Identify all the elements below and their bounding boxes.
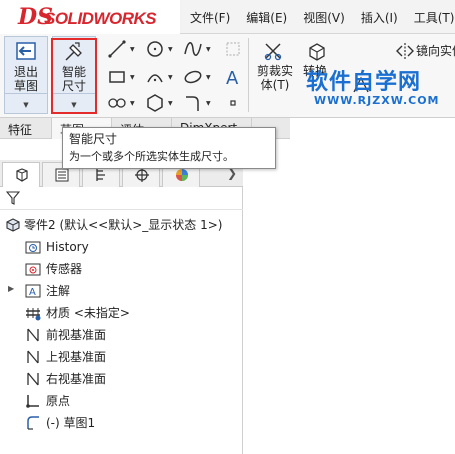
- slot-dropdown-icon[interactable]: ▼: [130, 100, 135, 107]
- ribbon-separator: [248, 38, 249, 112]
- smart-dimension-icon: [63, 41, 85, 63]
- exit-sketch-dropdown-icon[interactable]: ▼: [5, 101, 47, 109]
- expand-arrow-icon[interactable]: ▶: [8, 284, 14, 293]
- annotation-icon: A: [25, 283, 41, 299]
- slot-tool-icon[interactable]: [106, 92, 128, 114]
- plane-icon: [25, 349, 41, 365]
- feature-manager-icon: [16, 168, 28, 182]
- tree-root-part[interactable]: 零件2 (默认<<默认>_显示状态 1>): [0, 214, 243, 236]
- origin-icon: [25, 393, 41, 409]
- tree-item-label: 原点: [46, 394, 71, 408]
- watermark-url: WWW.RJZXW.COM: [314, 94, 440, 107]
- text-tool-icon[interactable]: A: [222, 66, 244, 89]
- graphics-area[interactable]: [244, 139, 455, 454]
- smart-dimension-dropdown-icon[interactable]: ▼: [53, 101, 95, 109]
- svg-text:A: A: [226, 68, 239, 88]
- rectangle-tool-icon[interactable]: [106, 66, 128, 88]
- solidworks-logo[interactable]: DS SOLIDWORKS: [0, 0, 180, 34]
- sensor-icon: [25, 261, 41, 277]
- tree-filter-row: [0, 188, 243, 210]
- part-label: 零件2 (默认<<默认>_显示状态 1>): [24, 218, 223, 232]
- tree-item-front-plane[interactable]: 前视基准面: [0, 324, 243, 346]
- circle-tool-icon[interactable]: [144, 38, 166, 60]
- polygon-tool-icon[interactable]: [144, 92, 166, 114]
- fillet-dropdown-icon[interactable]: ▼: [206, 100, 211, 107]
- tree-item-label: 上视基准面: [46, 350, 107, 364]
- part-icon: [5, 217, 21, 233]
- feature-manager-panel: ❯ 零件2 (默认<<默认>_显示状态 1>) History 传感器 ▶ A …: [0, 160, 243, 454]
- menu-view[interactable]: 视图(V): [295, 0, 353, 34]
- mirror-entities-icon[interactable]: [394, 40, 416, 62]
- rectangle-dropdown-icon[interactable]: ▼: [130, 74, 135, 81]
- display-manager-icon: [176, 169, 188, 181]
- arc-tool-icon[interactable]: [144, 66, 166, 88]
- plane-icon: [25, 371, 41, 387]
- menu-edit[interactable]: 编辑(E): [238, 0, 295, 34]
- mirror-entities-label[interactable]: 镜向实体: [416, 44, 455, 58]
- tree-item-label: 材质 <未指定>: [46, 306, 130, 320]
- tooltip-title: 智能尺寸: [69, 132, 118, 146]
- tree-item-label: 右视基准面: [46, 372, 107, 386]
- exit-sketch-icon: [15, 41, 37, 63]
- convert-entities-icon[interactable]: [306, 40, 330, 64]
- plane-icon: [25, 327, 41, 343]
- plane-tool-icon[interactable]: [222, 38, 244, 60]
- feature-tree: 零件2 (默认<<默认>_显示状态 1>) History 传感器 ▶ A 注解…: [0, 214, 243, 434]
- property-manager-icon: [55, 168, 69, 182]
- smart-dimension-tooltip: 智能尺寸 为一个或多个所选实体生成尺寸。: [62, 127, 276, 169]
- menu-insert[interactable]: 插入(I): [353, 0, 406, 34]
- arc-dropdown-icon[interactable]: ▼: [168, 74, 173, 81]
- solidworks-window: DS SOLIDWORKS 文件(F) 编辑(E) 视图(V) 插入(I) 工具…: [0, 0, 455, 454]
- tree-item-history[interactable]: History: [0, 236, 243, 258]
- tree-item-label: History: [46, 240, 89, 254]
- trim-entities-label[interactable]: 剪裁实体(T): [252, 64, 298, 92]
- smart-dimension-button[interactable]: 智能尺寸 ▼: [52, 36, 96, 114]
- tree-item-origin[interactable]: 原点: [0, 390, 243, 412]
- exit-sketch-button[interactable]: 退出草图 ▼: [4, 36, 48, 114]
- point-tool-icon[interactable]: [222, 92, 244, 114]
- tree-item-material[interactable]: 材质 <未指定>: [0, 302, 243, 324]
- sketch-icon: [25, 415, 41, 431]
- tree-item-sketch1[interactable]: (-) 草图1: [0, 412, 243, 434]
- tooltip-description: 为一个或多个所选实体生成尺寸。: [69, 150, 234, 163]
- ellipse-tool-icon[interactable]: [182, 66, 204, 88]
- filter-icon[interactable]: [6, 191, 20, 206]
- fillet-tool-icon[interactable]: [182, 92, 204, 114]
- trim-entities-icon[interactable]: [262, 40, 286, 64]
- tree-item-sensors[interactable]: 传感器: [0, 258, 243, 280]
- tree-item-top-plane[interactable]: 上视基准面: [0, 346, 243, 368]
- spline-tool-icon[interactable]: [182, 38, 204, 60]
- tree-item-right-plane[interactable]: 右视基准面: [0, 368, 243, 390]
- menu-file[interactable]: 文件(F): [182, 0, 238, 34]
- ellipse-dropdown-icon[interactable]: ▼: [206, 74, 211, 81]
- tree-item-label: 前视基准面: [46, 328, 107, 342]
- watermark-title: 软件自学网: [306, 70, 422, 95]
- svg-text:A: A: [29, 287, 36, 298]
- smart-dimension-label: 智能尺寸: [61, 65, 86, 93]
- line-tool-icon[interactable]: [106, 38, 128, 60]
- material-icon: [25, 305, 41, 321]
- tree-item-label: 传感器: [46, 262, 83, 276]
- history-folder-icon: [25, 239, 41, 255]
- menu-bar: 文件(F) 编辑(E) 视图(V) 插入(I) 工具(T) 窗: [182, 0, 455, 34]
- button-divider: [53, 93, 95, 94]
- tree-item-annotations[interactable]: ▶ A 注解: [0, 280, 243, 302]
- tree-item-label: 注解: [46, 284, 71, 298]
- configuration-manager-icon: [96, 169, 105, 181]
- polygon-dropdown-icon[interactable]: ▼: [168, 100, 173, 107]
- tree-item-label: (-) 草图1: [46, 416, 96, 430]
- exit-sketch-label: 退出草图: [13, 65, 38, 93]
- brand-name: SOLIDWORKS: [44, 9, 157, 28]
- tab-feature-manager[interactable]: [2, 162, 40, 187]
- dimxpert-manager-icon: [135, 168, 149, 182]
- tab-features[interactable]: 特征: [0, 118, 52, 139]
- menu-tools[interactable]: 工具(T): [406, 0, 455, 34]
- line-dropdown-icon[interactable]: ▼: [130, 46, 135, 53]
- button-divider: [5, 93, 47, 94]
- title-bar: DS SOLIDWORKS 文件(F) 编辑(E) 视图(V) 插入(I) 工具…: [0, 0, 455, 34]
- circle-dropdown-icon[interactable]: ▼: [168, 46, 173, 53]
- spline-dropdown-icon[interactable]: ▼: [206, 46, 211, 53]
